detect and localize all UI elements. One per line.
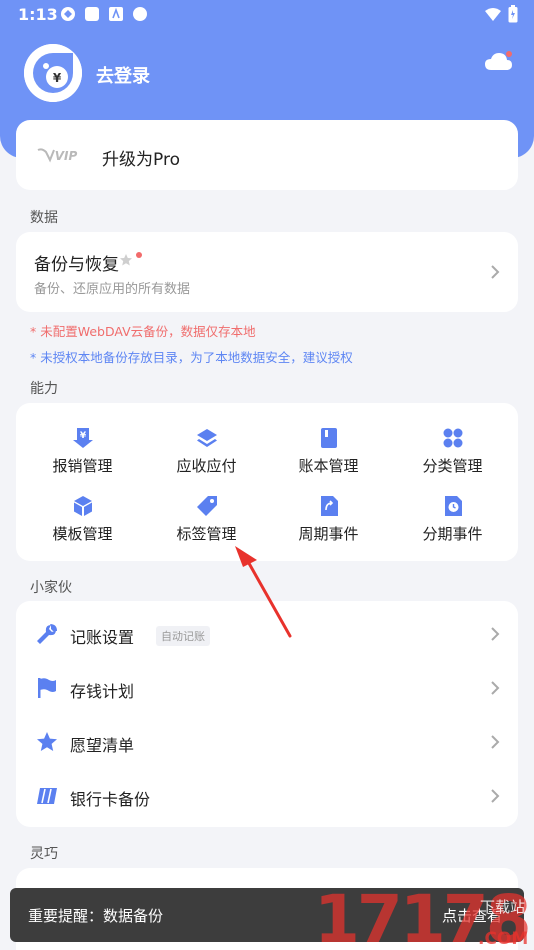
tool-wishlist[interactable]: 愿望清单 [16, 715, 518, 769]
svg-text:¥: ¥ [53, 71, 62, 85]
app-logo-icon: ¥ [24, 44, 82, 102]
status-time: 1:13 [18, 5, 58, 24]
section-title-data: 数据 [30, 210, 58, 226]
ability-label: 标签管理 [176, 525, 237, 543]
ability-label: 分类管理 [422, 457, 483, 475]
chevron-right-icon [491, 789, 500, 803]
ability-installment[interactable]: 分期事件 [390, 495, 515, 555]
cycle-icon [321, 496, 338, 516]
tool-bank-card-backup[interactable]: 银行卡备份 [16, 769, 518, 823]
section-title-abilities: 能力 [30, 381, 58, 397]
battery-icon [508, 5, 518, 23]
upgrade-pro-label: 升级为Pro [102, 150, 180, 170]
toast-message: 重要提醒：数据备份 [28, 907, 164, 925]
profile-row[interactable]: ¥ 去登录 [24, 44, 514, 104]
square-notification-icon [85, 7, 99, 21]
wifi-icon [485, 8, 501, 21]
tool-accounting-settings[interactable]: 记账设置 自动记账 [16, 607, 518, 661]
ability-ledger[interactable]: 账本管理 [266, 427, 391, 487]
section-title-tools: 小家伙 [30, 580, 72, 596]
chevron-right-icon [491, 681, 500, 695]
local-backup-warning[interactable]: * 未授权本地备份存放目录，为了本地数据安全，建议授权 [30, 347, 353, 366]
book-icon [321, 428, 337, 448]
bank-card-icon [37, 788, 57, 804]
ability-label: 模板管理 [52, 525, 113, 543]
ability-label: 应收应付 [176, 457, 237, 475]
ability-label: 报销管理 [52, 457, 113, 475]
app-notification-icon [61, 7, 75, 21]
circle-notification-icon [133, 7, 147, 21]
ability-receivable[interactable]: 应收应付 [144, 427, 269, 487]
chevron-right-icon [491, 265, 500, 279]
tool-label: 记账设置 [70, 628, 135, 647]
installment-icon [445, 496, 462, 516]
cloud-sync-icon[interactable] [484, 50, 514, 74]
grid-icon [443, 428, 463, 448]
webdav-warning[interactable]: * 未配置WebDAV云备份，数据仅存本地 [30, 321, 256, 340]
svg-text:¥: ¥ [80, 431, 87, 441]
svg-text:VIP: VIP [55, 149, 78, 163]
watermark-bottom: .COM [478, 929, 528, 949]
flag-icon [38, 678, 56, 698]
login-link[interactable]: 去登录 [96, 62, 150, 88]
backup-restore-card[interactable]: 备份与恢复 备份、还原应用的所有数据 [16, 232, 518, 312]
ability-label: 分期事件 [422, 525, 483, 543]
star-icon [37, 732, 57, 751]
upgrade-pro-card[interactable]: VIP 升级为Pro [16, 120, 518, 190]
cube-icon [74, 496, 92, 516]
layers-icon [197, 429, 217, 447]
ability-template[interactable]: 模板管理 [20, 495, 145, 555]
tag-icon [197, 496, 217, 516]
ability-label: 周期事件 [298, 525, 359, 543]
tool-label: 存钱计划 [70, 682, 135, 701]
tool-savings-plan[interactable]: 存钱计划 [16, 661, 518, 715]
backup-restore-title: 备份与恢复 [34, 255, 119, 275]
ability-reimburse[interactable]: ¥ 报销管理 [20, 427, 145, 487]
status-bar: 1:13 [0, 0, 534, 30]
site-watermark: 17178 下载站 .COM [314, 881, 532, 950]
ability-tag[interactable]: 标签管理 [144, 495, 269, 555]
reimburse-icon: ¥ [73, 428, 93, 448]
font-notification-icon [109, 7, 123, 21]
section-title-smart: 灵巧 [30, 846, 58, 862]
ability-category[interactable]: 分类管理 [390, 427, 515, 487]
wrench-icon [37, 624, 57, 644]
chevron-right-icon [491, 735, 500, 749]
tools-list: 记账设置 自动记账 存钱计划 愿望清单 银行卡备份 [16, 601, 518, 827]
new-indicator-dot [136, 252, 142, 258]
abilities-grid: ¥ 报销管理 应收应付 账本管理 分类管理 模板管理 标签管理 周期事件 分期事… [16, 403, 518, 561]
ability-cycle[interactable]: 周期事件 [266, 495, 391, 555]
backup-restore-subtitle: 备份、还原应用的所有数据 [34, 282, 191, 297]
auto-accounting-badge: 自动记账 [156, 626, 210, 646]
avatar[interactable]: ¥ [24, 44, 82, 102]
ability-label: 账本管理 [298, 457, 359, 475]
vip-badge-icon: VIP [37, 148, 78, 163]
star-icon [120, 254, 132, 266]
chevron-right-icon [491, 627, 500, 641]
watermark-top: 下载站 [480, 898, 525, 916]
tool-label: 银行卡备份 [70, 790, 151, 809]
tool-label: 愿望清单 [70, 736, 135, 755]
